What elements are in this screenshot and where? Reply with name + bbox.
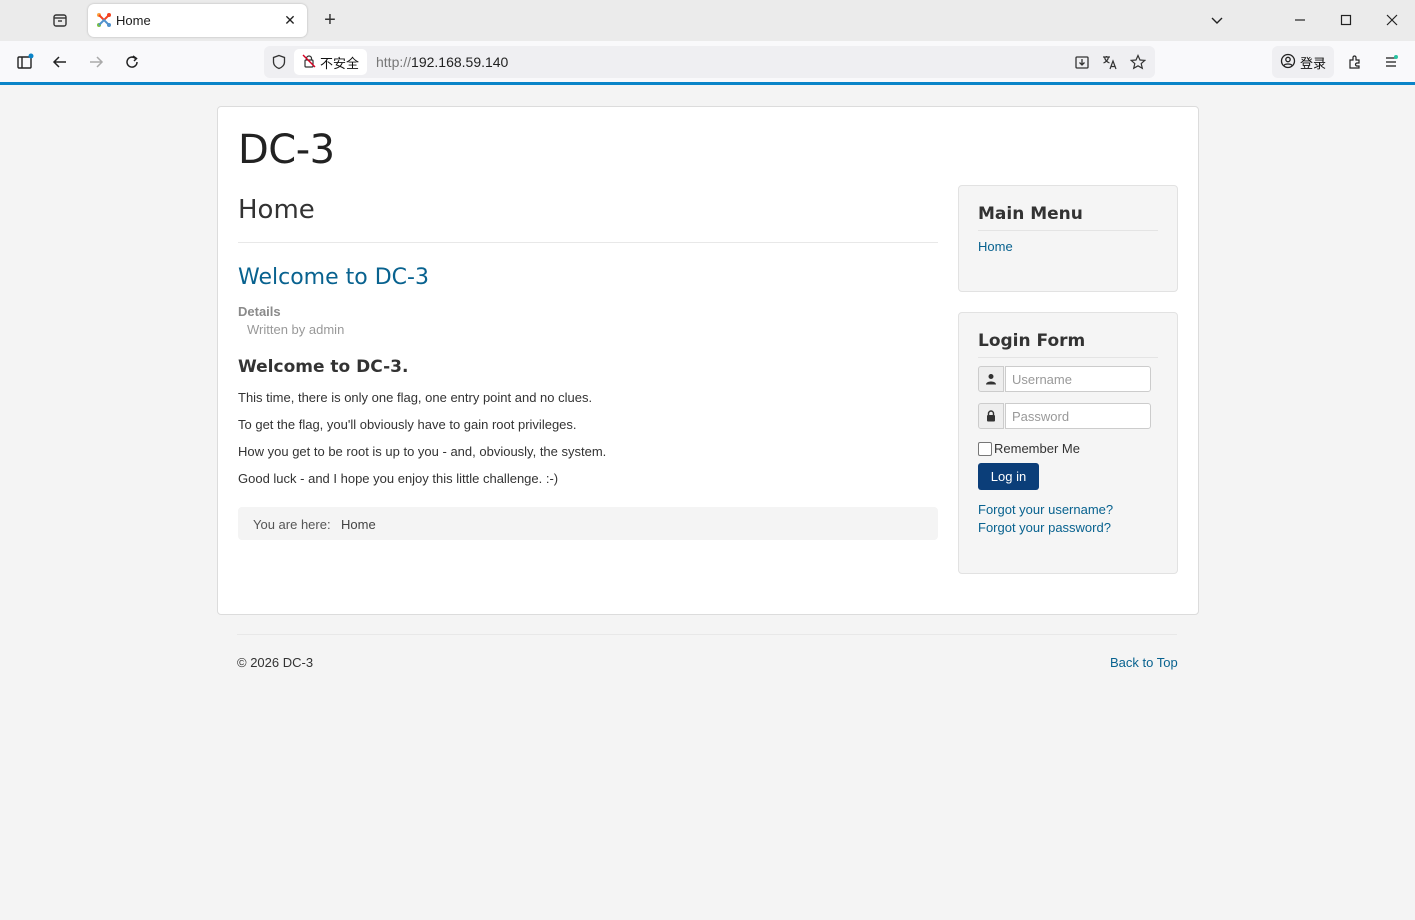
navbar-accent-border <box>0 82 1415 85</box>
page-container: DC-3 Home Welcome to DC-3 Details Writte… <box>217 106 1199 615</box>
module-divider <box>978 357 1158 358</box>
login-form-module: Login Form Username Password Remember Me… <box>958 312 1178 574</box>
article-title-link[interactable]: Welcome to DC-3 <box>238 265 429 290</box>
download-page-icon[interactable] <box>1072 52 1092 72</box>
bookmark-star-icon[interactable] <box>1128 52 1148 72</box>
site-title[interactable]: DC-3 <box>238 127 335 173</box>
extensions-icon[interactable] <box>1343 50 1367 74</box>
new-tab-icon[interactable]: + <box>318 8 342 32</box>
main-menu-module: Main Menu Home <box>958 185 1178 292</box>
address-bar[interactable]: 不安全 http://192.168.59.140 <box>264 46 1155 78</box>
insecure-label: 不安全 <box>320 55 360 71</box>
tab-title: Home <box>116 13 151 28</box>
remember-me-label[interactable]: Remember Me <box>994 441 1080 456</box>
login-button[interactable]: Log in <box>978 463 1039 490</box>
user-icon <box>978 366 1004 392</box>
menu-icon[interactable] <box>1379 50 1403 74</box>
article-heading: Welcome to DC-3. <box>238 357 409 377</box>
password-input[interactable]: Password <box>1005 403 1151 429</box>
username-group: Username <box>978 366 1151 392</box>
login-form-title: Login Form <box>978 331 1086 351</box>
lock-icon <box>978 403 1004 429</box>
minimize-icon[interactable] <box>1288 8 1312 32</box>
page-heading: Home <box>238 195 315 225</box>
heading-divider <box>238 242 938 243</box>
username-input[interactable]: Username <box>1005 366 1151 392</box>
translate-icon[interactable] <box>1100 52 1120 72</box>
breadcrumb: You are here: Home <box>238 507 938 540</box>
forward-icon[interactable] <box>84 50 108 74</box>
back-icon[interactable] <box>48 50 72 74</box>
menu-item-home[interactable]: Home <box>978 239 1013 254</box>
remember-me-checkbox[interactable] <box>978 441 992 456</box>
navigation-bar: 不安全 http://192.168.59.140 登录 <box>0 41 1415 83</box>
sidebar-icon[interactable] <box>13 50 37 74</box>
breadcrumb-label: You are here: <box>253 517 331 532</box>
insecure-badge[interactable]: 不安全 <box>294 49 368 75</box>
back-to-top-link[interactable]: Back to Top <box>1110 655 1178 670</box>
url-host: 192.168.59.140 <box>411 54 509 70</box>
footer-divider <box>237 634 1177 635</box>
article-paragraph: How you get to be root is up to you - an… <box>238 444 607 459</box>
password-group: Password <box>978 403 1151 429</box>
shield-icon[interactable] <box>270 53 288 71</box>
joomla-icon <box>96 12 112 28</box>
tab-list-icon[interactable] <box>48 8 72 32</box>
tab-bar: Home ✕ + <box>0 0 1415 41</box>
article-details-label: Details <box>238 304 281 319</box>
close-window-icon[interactable] <box>1380 8 1404 32</box>
module-divider <box>978 230 1158 231</box>
forgot-password-link[interactable]: Forgot your password? <box>978 520 1111 535</box>
footer-copyright: © 2026 DC-3 <box>237 655 314 670</box>
breadcrumb-current: Home <box>341 517 376 532</box>
url-text[interactable]: http://192.168.59.140 <box>376 54 508 70</box>
account-button[interactable]: 登录 <box>1272 46 1334 78</box>
article-author: Written by admin <box>247 322 345 337</box>
close-tab-icon[interactable]: ✕ <box>281 11 299 29</box>
chevron-down-icon[interactable] <box>1205 8 1229 32</box>
article-paragraph: To get the flag, you'll obviously have t… <box>238 417 577 432</box>
insecure-lock-icon <box>302 54 316 71</box>
main-menu-title: Main Menu <box>978 204 1083 224</box>
account-icon <box>1280 53 1296 72</box>
url-protocol: http:// <box>376 54 412 70</box>
remember-me: Remember Me <box>978 441 1080 456</box>
account-label: 登录 <box>1299 55 1326 71</box>
maximize-icon[interactable] <box>1334 8 1358 32</box>
browser-tab[interactable]: Home ✕ <box>88 4 307 37</box>
reload-icon[interactable] <box>120 50 144 74</box>
article-paragraph: Good luck - and I hope you enjoy this li… <box>238 471 559 486</box>
article-paragraph: This time, there is only one flag, one e… <box>238 390 593 405</box>
forgot-username-link[interactable]: Forgot your username? <box>978 502 1113 517</box>
